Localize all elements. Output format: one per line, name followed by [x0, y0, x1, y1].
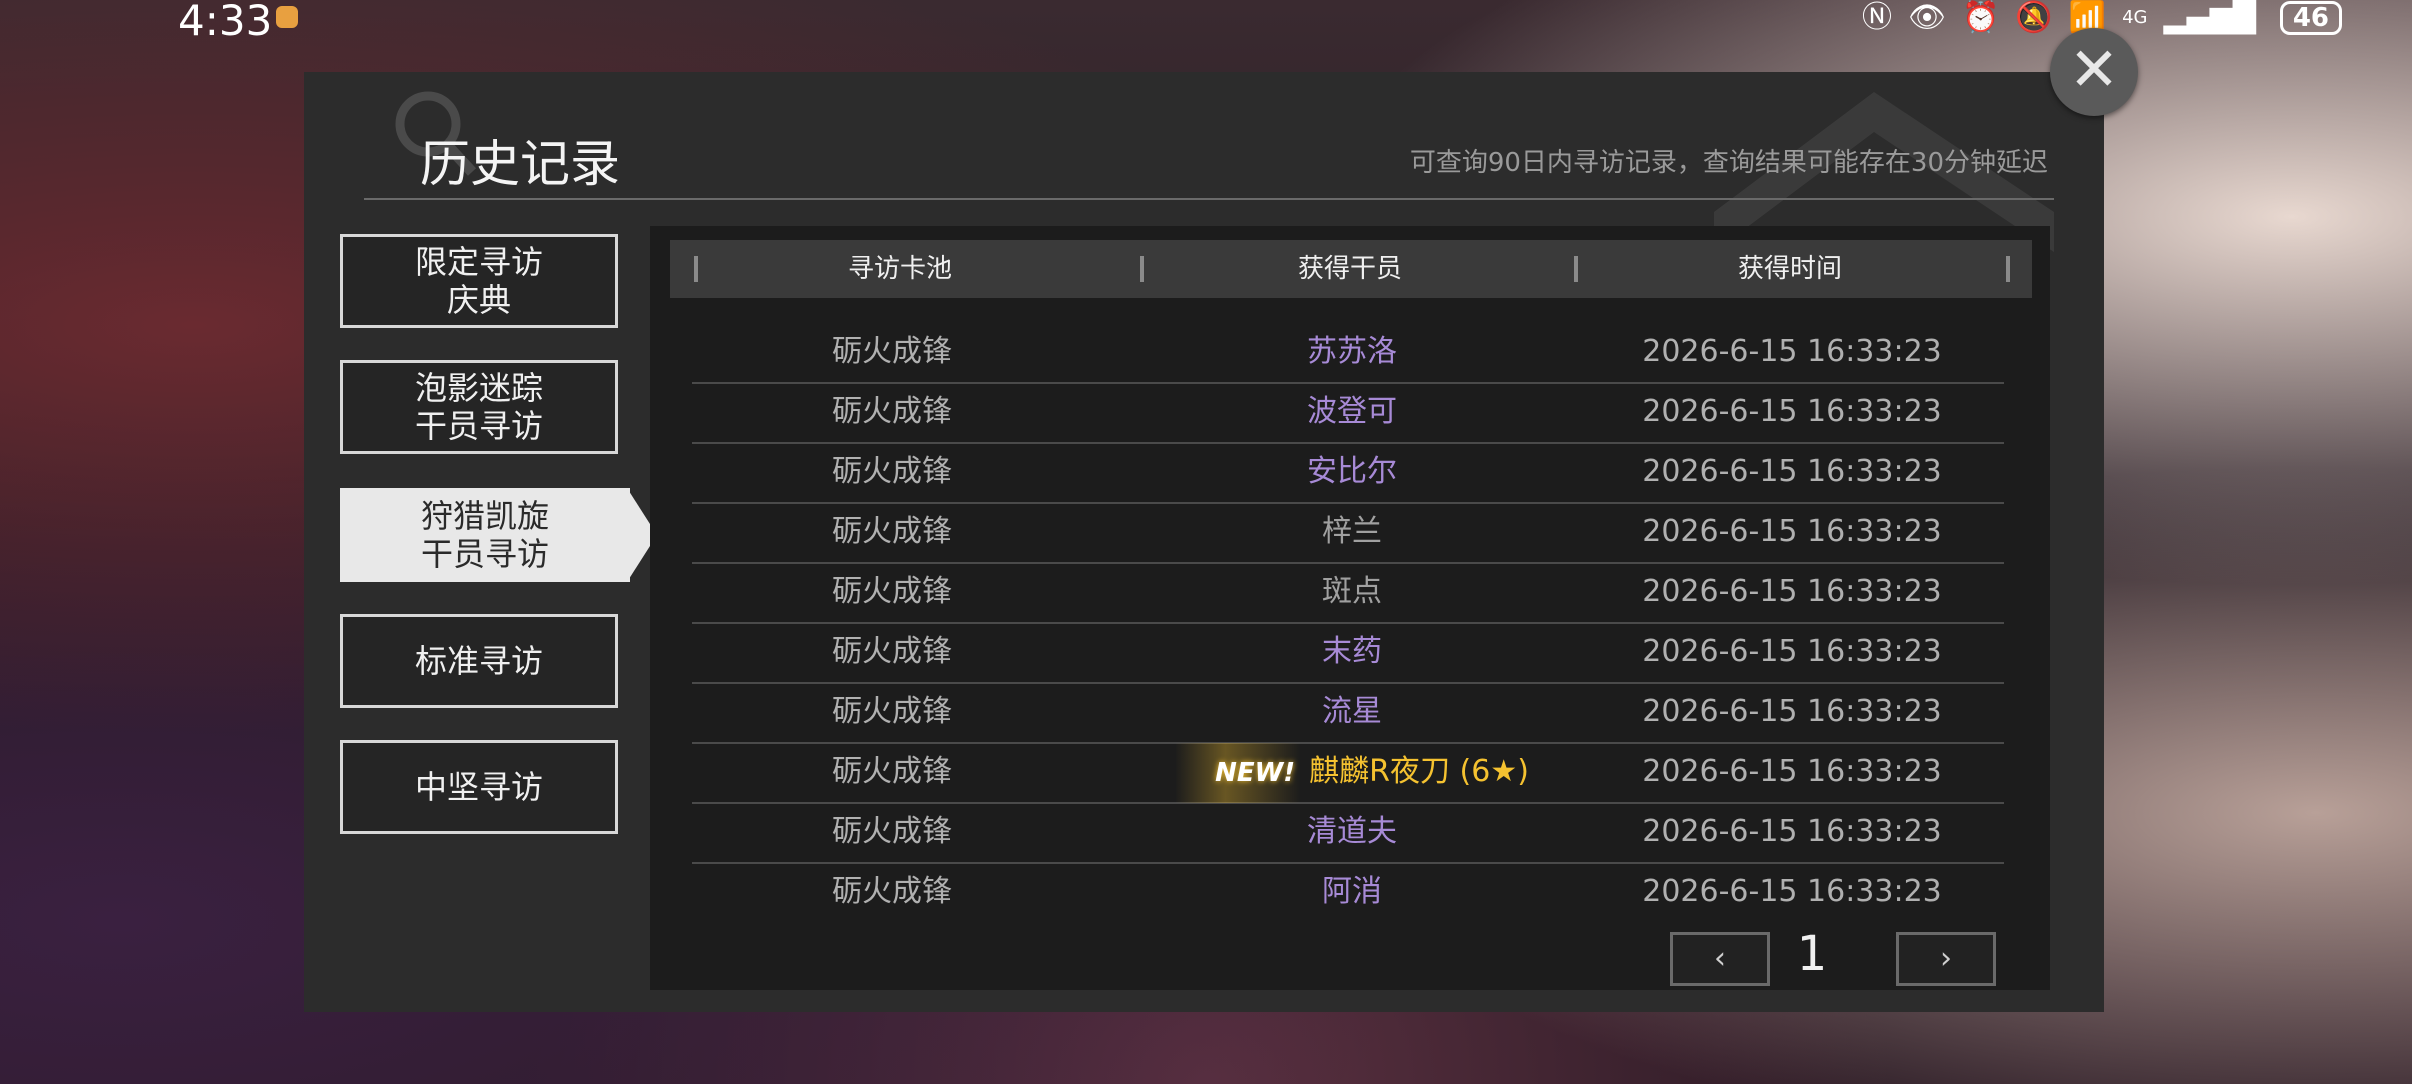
- mute-icon: 🔕: [2015, 0, 2053, 35]
- cell-operator: 末药: [1322, 634, 1382, 669]
- chevron-right-icon: ›: [1940, 941, 1952, 976]
- table-row: 砺火成锋 安比尔 2026-6-15 16:33:23: [692, 442, 2004, 504]
- cell-time: 2026-6-15 16:33:23: [1642, 754, 1942, 789]
- cell-pool: 砺火成锋: [832, 814, 952, 849]
- column-header-time: 获得时间: [1737, 254, 1842, 284]
- sidebar-item-core[interactable]: 中坚寻访: [340, 740, 618, 834]
- cell-time: 2026-6-15 16:33:23: [1642, 454, 1942, 489]
- next-page-button[interactable]: ›: [1896, 932, 1996, 986]
- page-number: 1: [1796, 926, 1828, 982]
- close-icon: ✕: [2068, 35, 2120, 105]
- eye-icon: 👁: [1907, 0, 1947, 35]
- cell-pool: 砺火成锋: [832, 394, 952, 429]
- cell-time: 2026-6-15 16:33:23: [1642, 694, 1942, 729]
- table-row: 砺火成锋 苏苏洛 2026-6-15 16:33:23: [692, 322, 2004, 384]
- sidebar-item-label: 限定寻访 庆典: [414, 243, 543, 319]
- status-time: 4:33: [178, 0, 273, 45]
- table-row: 砺火成锋 阿消 2026-6-15 16:33:23: [692, 862, 2004, 922]
- sidebar-item-standard[interactable]: 标准寻访: [340, 614, 618, 708]
- cell-time: 2026-6-15 16:33:23: [1642, 574, 1942, 609]
- table-row: 砺火成锋 NEW! 麒麟R夜刀 (6★) 2026-6-15 16:33:23: [692, 742, 2004, 804]
- cell-pool: 砺火成锋: [832, 694, 952, 729]
- new-badge: NEW!: [1175, 743, 1302, 803]
- table-row: 砺火成锋 梓兰 2026-6-15 16:33:23: [692, 502, 2004, 564]
- table-row: 砺火成锋 波登可 2026-6-15 16:33:23: [692, 382, 2004, 444]
- dialog-subtitle: 可查询90日内寻访记录，查询结果可能存在30分钟延迟: [1409, 148, 2048, 178]
- sidebar-item-label: 中坚寻访: [414, 768, 543, 806]
- cell-time: 2026-6-15 16:33:23: [1642, 874, 1942, 909]
- nfc-icon: Ⓝ: [1861, 0, 1892, 35]
- cell-pool: 砺火成锋: [832, 514, 952, 549]
- title-divider: [364, 198, 2054, 200]
- table-row: 砺火成锋 流星 2026-6-15 16:33:23: [692, 682, 2004, 744]
- cell-operator-new: NEW! 麒麟R夜刀 (6★): [1092, 742, 1612, 803]
- network-type: 4G: [2122, 7, 2148, 28]
- chevron-left-icon: ‹: [1714, 941, 1726, 976]
- app-notification-icon: [276, 6, 298, 28]
- cell-pool: 砺火成锋: [832, 874, 952, 909]
- table-row: 砺火成锋 清道夫 2026-6-15 16:33:23: [692, 802, 2004, 864]
- table-row: 砺火成锋 末药 2026-6-15 16:33:23: [692, 622, 2004, 684]
- sidebar-item-bubble[interactable]: 泡影迷踪 干员寻访: [340, 360, 618, 454]
- sidebar-item-label: 标准寻访: [414, 642, 543, 680]
- column-header-operator: 获得干员: [1297, 254, 1402, 284]
- history-dialog: 历史记录 可查询90日内寻访记录，查询结果可能存在30分钟延迟 限定寻访 庆典 …: [304, 72, 2104, 1012]
- cell-operator: 清道夫: [1307, 814, 1397, 849]
- cell-pool: 砺火成锋: [832, 334, 952, 369]
- sidebar-item-hunting[interactable]: 狩猎凯旋 干员寻访: [340, 488, 657, 582]
- sidebar-item-limited[interactable]: 限定寻访 庆典: [340, 234, 618, 328]
- cell-pool: 砺火成锋: [832, 574, 952, 609]
- operator-name: 麒麟R夜刀 (6★): [1309, 754, 1529, 789]
- prev-page-button[interactable]: ‹: [1670, 932, 1770, 986]
- cell-operator: 苏苏洛: [1307, 334, 1397, 369]
- alarm-icon: ⏰: [1962, 0, 2000, 35]
- cell-pool: 砺火成锋: [832, 754, 952, 789]
- cell-time: 2026-6-15 16:33:23: [1642, 634, 1942, 669]
- cell-operator: 梓兰: [1322, 514, 1382, 549]
- history-table: 寻访卡池 获得干员 获得时间 砺火成锋 苏苏洛 2026-6-15 16:33:…: [650, 226, 2050, 990]
- column-header-pool: 寻访卡池: [847, 254, 952, 284]
- status-bar: 4:33 Ⓝ 👁 ⏰ 🔕 📶 4G ▂▄▆█ 46: [0, 0, 2412, 45]
- dialog-title: 历史记录: [420, 135, 620, 193]
- cell-operator: 安比尔: [1307, 454, 1397, 489]
- header-separator: [2006, 256, 2010, 282]
- cell-pool: 砺火成锋: [832, 634, 952, 669]
- close-button[interactable]: ✕: [2050, 28, 2138, 116]
- sidebar-item-label: 狩猎凯旋 干员寻访: [420, 497, 549, 573]
- cell-pool: 砺火成锋: [832, 454, 952, 489]
- sidebar-item-label: 泡影迷踪 干员寻访: [414, 369, 543, 445]
- table-row: 砺火成锋 斑点 2026-6-15 16:33:23: [692, 562, 2004, 624]
- cell-operator: 流星: [1322, 694, 1382, 729]
- cell-operator: 阿消: [1322, 874, 1382, 909]
- cell-time: 2026-6-15 16:33:23: [1642, 334, 1942, 369]
- cell-operator: 斑点: [1322, 574, 1382, 609]
- cell-time: 2026-6-15 16:33:23: [1642, 394, 1942, 429]
- cell-time: 2026-6-15 16:33:23: [1642, 514, 1942, 549]
- cell-time: 2026-6-15 16:33:23: [1642, 814, 1942, 849]
- signal-icon: ▂▄▆█: [2163, 0, 2256, 35]
- battery-indicator: 46: [2279, 1, 2342, 35]
- table-header: 寻访卡池 获得干员 获得时间: [670, 240, 2032, 298]
- cell-operator: 波登可: [1307, 394, 1397, 429]
